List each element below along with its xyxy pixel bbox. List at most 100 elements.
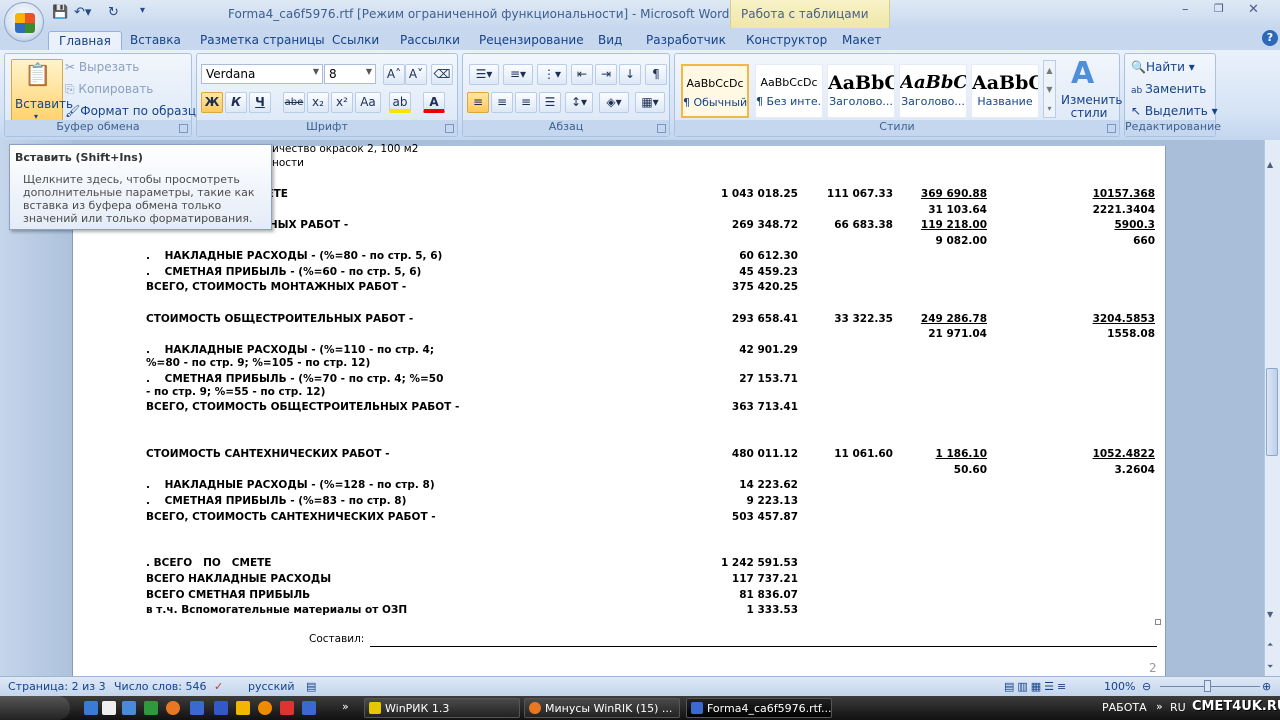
star-icon[interactable] — [236, 701, 250, 715]
replace-button[interactable]: ab Заменить — [1131, 82, 1206, 96]
line-spacing-icon[interactable]: ↕▾ — [565, 92, 593, 113]
style-heading-2[interactable]: AaBbC Заголово... — [899, 64, 967, 118]
superscript-button[interactable]: x² — [331, 92, 353, 113]
language[interactable]: русский — [248, 680, 295, 693]
justify-icon[interactable]: ☰ — [539, 92, 561, 113]
zoom-slider-thumb[interactable] — [1204, 680, 1211, 692]
grow-font-button[interactable]: A˄ — [383, 64, 405, 85]
page-count[interactable]: Страница: 2 из 3 — [8, 680, 106, 693]
spellcheck-icon[interactable]: ✓ — [214, 680, 223, 693]
zoom-in-icon[interactable]: ⊕ — [1262, 680, 1271, 693]
zoom-out-icon[interactable]: ⊖ — [1142, 680, 1151, 693]
prev-page-icon[interactable]: ⏶ — [1267, 640, 1273, 650]
highlight-icon[interactable]: ab — [389, 92, 411, 113]
italic-button[interactable]: К — [225, 92, 247, 113]
tab-design[interactable]: Конструктор — [746, 31, 827, 50]
bullets-icon[interactable]: ☰▾ — [469, 64, 499, 85]
quicklaunch-icon[interactable] — [302, 701, 316, 715]
firefox-icon[interactable] — [166, 701, 180, 715]
style-heading-1[interactable]: AaBbC Заголово... — [827, 64, 895, 118]
minimize-icon[interactable]: – — [1182, 2, 1189, 17]
select-button[interactable]: ↖ Выделить ▾ — [1131, 104, 1218, 118]
style-normal[interactable]: AaBbCcDc ¶ Обычный — [681, 64, 749, 118]
tab-references[interactable]: Ссылки — [332, 31, 379, 50]
macro-icon[interactable]: ▤ — [306, 680, 316, 693]
align-left-icon[interactable]: ≡ — [467, 92, 489, 113]
clear-formatting-icon[interactable]: ⌫ — [431, 64, 453, 85]
borders-icon[interactable]: ▦▾ — [635, 92, 665, 113]
quicklaunch-icon[interactable] — [144, 701, 158, 715]
font-color-icon[interactable]: A — [423, 92, 445, 113]
view-buttons[interactable]: ▤▥▦☰≡ — [1004, 680, 1069, 693]
more-icon[interactable]: » — [342, 700, 349, 713]
dialog-launcher-icon[interactable] — [445, 124, 454, 133]
copy-button[interactable]: ⎘ Копировать — [65, 82, 153, 97]
underline-button[interactable]: Ч — [249, 92, 271, 113]
find-button[interactable]: 🔍Найти ▾ — [1131, 60, 1195, 74]
dialog-launcher-icon[interactable] — [1107, 124, 1116, 133]
tab-developer[interactable]: Разработчик — [646, 31, 726, 50]
taskbar-item-firefox[interactable]: Минусы WinRIK (15) ... — [524, 698, 680, 718]
bold-button[interactable]: Ж — [201, 92, 223, 113]
numbering-icon[interactable]: ≡▾ — [503, 64, 533, 85]
mail-icon[interactable] — [258, 701, 272, 715]
next-page-icon[interactable]: ⏷ — [1267, 662, 1273, 672]
decrease-indent-icon[interactable]: ⇤ — [571, 64, 593, 85]
word-count[interactable]: Число слов: 546 — [114, 680, 207, 693]
toolbar-work[interactable]: РАБОТА — [1102, 701, 1147, 714]
cut-button[interactable]: ✂ Вырезать — [65, 60, 139, 74]
subscript-button[interactable]: x₂ — [307, 92, 329, 113]
shading-icon[interactable]: ◈▾ — [599, 92, 629, 113]
customize-qat-icon[interactable]: ▾ — [140, 5, 145, 16]
font-size-select[interactable]: 8 ▼ — [324, 64, 376, 84]
sort-icon[interactable]: ↓ — [619, 64, 641, 85]
tab-home[interactable]: Главная — [48, 31, 122, 50]
row-value-c4: 1052.4822 — [1092, 448, 1155, 460]
scrollbar-thumb[interactable] — [1266, 368, 1278, 456]
tab-layout[interactable]: Макет — [842, 31, 881, 50]
tab-view[interactable]: Вид — [598, 31, 622, 50]
style-no-spacing[interactable]: AaBbCcDc ¶ Без инте... — [755, 64, 823, 118]
taskbar-item-winrik[interactable]: WinРИК 1.3 — [364, 698, 520, 718]
quicklaunch-icon[interactable] — [280, 701, 294, 715]
zoom-level[interactable]: 100% — [1104, 680, 1135, 693]
change-styles-button[interactable]: Изменить стили — [1061, 94, 1123, 120]
quicklaunch-icon[interactable] — [122, 701, 136, 715]
font-name-select[interactable]: Verdana ▼ — [201, 64, 323, 84]
close-icon[interactable]: ✕ — [1248, 2, 1259, 17]
help-icon[interactable]: ? — [1262, 30, 1278, 46]
styles-scroll[interactable]: ▲ ▼ ▾ — [1043, 60, 1056, 118]
align-right-icon[interactable]: ≡ — [515, 92, 537, 113]
dialog-launcher-icon[interactable] — [179, 124, 188, 133]
style-title[interactable]: AaBbC Название — [971, 64, 1039, 118]
tab-mailings[interactable]: Рассылки — [400, 31, 460, 50]
quicklaunch-icon[interactable] — [84, 701, 98, 715]
taskbar-item-word[interactable]: Forma4_ca6f5976.rtf... — [686, 698, 832, 718]
change-case-button[interactable]: Aa — [355, 92, 381, 113]
start-button[interactable] — [0, 696, 70, 720]
restore-icon[interactable]: ❐ — [1214, 2, 1224, 15]
office-button[interactable] — [4, 2, 44, 42]
scroll-up-icon[interactable]: ▲ — [1267, 160, 1273, 169]
paste-button[interactable]: 📋 Вставить ▾ — [11, 59, 73, 124]
more-icon[interactable]: » — [1156, 700, 1163, 713]
dialog-launcher-icon[interactable] — [657, 124, 666, 133]
format-painter-button[interactable]: 🖌Формат по образцу — [65, 104, 203, 118]
tab-review[interactable]: Рецензирование — [479, 31, 584, 50]
align-center-icon[interactable]: ≡ — [491, 92, 513, 113]
tab-insert[interactable]: Вставка — [130, 31, 181, 50]
save-icon[interactable]: 💾 — [52, 5, 68, 20]
tab-page-layout[interactable]: Разметка страницы — [200, 31, 325, 50]
show-marks-icon[interactable]: ¶ — [645, 64, 667, 85]
quicklaunch-icon[interactable] — [190, 701, 204, 715]
quicklaunch-icon[interactable] — [102, 701, 116, 715]
increase-indent-icon[interactable]: ⇥ — [595, 64, 617, 85]
strikethrough-button[interactable]: abe — [283, 92, 305, 113]
undo-icon[interactable]: ↶▾ — [74, 5, 91, 20]
multilevel-list-icon[interactable]: ⋮▾ — [537, 64, 567, 85]
language-indicator[interactable]: RU — [1170, 701, 1186, 714]
shrink-font-button[interactable]: A˅ — [405, 64, 427, 85]
scroll-down-icon[interactable]: ▼ — [1267, 610, 1273, 619]
redo-icon[interactable]: ↻ — [108, 5, 119, 20]
quicklaunch-icon[interactable] — [214, 701, 228, 715]
